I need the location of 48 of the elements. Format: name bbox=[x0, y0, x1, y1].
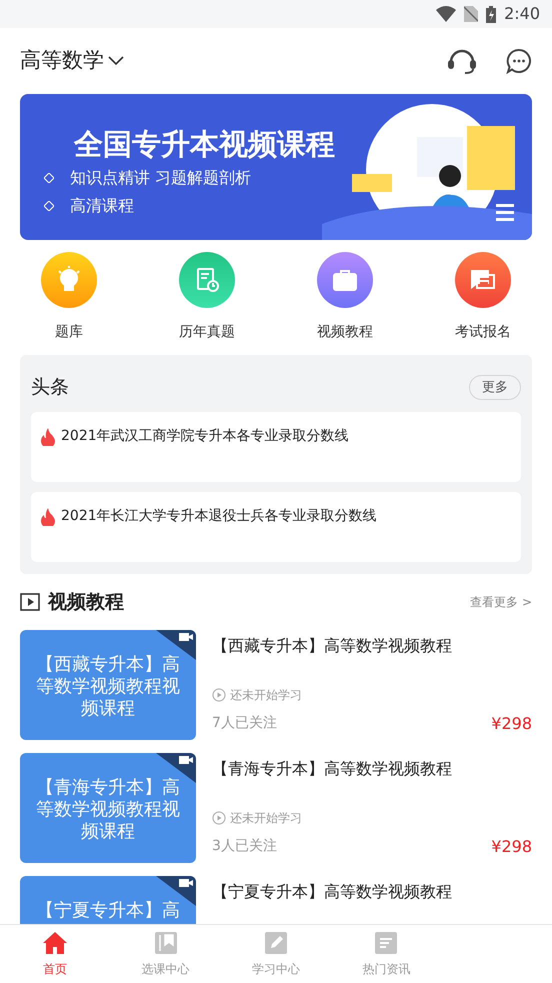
news-card[interactable]: 2021年武汉工商学院专升本各专业录取分数线 bbox=[31, 412, 521, 482]
play-icon bbox=[20, 593, 40, 612]
banner-title: 全国专升本视频课程 bbox=[74, 126, 336, 162]
news-title: 2021年长江大学专升本退役士兵各专业录取分数线 bbox=[61, 506, 377, 526]
study-status: 还未开始学习 bbox=[230, 810, 302, 826]
tab[interactable]: 首页 bbox=[0, 925, 110, 983]
home-icon bbox=[42, 930, 68, 956]
news-title: 2021年武汉工商学院专升本各专业录取分数线 bbox=[61, 426, 349, 446]
document-icon bbox=[373, 930, 400, 956]
thumbnail-text: 【宁夏专升本】高 bbox=[36, 900, 180, 922]
thumbnail-text: 【青海专升本】高等数学视频教程视频课程 bbox=[35, 776, 181, 842]
battery-icon bbox=[486, 6, 496, 22]
section-title: 视频教程 bbox=[48, 590, 124, 615]
diamond-icon bbox=[44, 201, 54, 212]
more-button[interactable]: 更多 bbox=[469, 374, 521, 400]
no-sim-icon bbox=[464, 6, 478, 22]
video-title[interactable]: 【宁夏专升本】高等数学视频教程 bbox=[212, 880, 532, 904]
play-circle-icon bbox=[212, 810, 226, 824]
thumbnail-text: 【西藏专升本】高等数学视频教程视频课程 bbox=[35, 654, 181, 720]
video-title[interactable]: 【西藏专升本】高等数学视频教程 bbox=[212, 634, 532, 658]
shortcut-button[interactable]: 视频教程 bbox=[276, 252, 414, 343]
price: ¥298 bbox=[491, 712, 532, 734]
banner-bullet: 知识点精讲 习题解题剖析 bbox=[70, 167, 252, 190]
shortcut-button[interactable]: 题库 bbox=[0, 252, 138, 343]
hot-flame-icon bbox=[41, 508, 55, 526]
diamond-icon bbox=[44, 173, 54, 184]
section-title: 头条 bbox=[31, 375, 69, 400]
message-icon[interactable] bbox=[506, 48, 532, 74]
followers-count: 7人已关注 bbox=[212, 714, 277, 733]
shortcut-button[interactable]: 考试报名 bbox=[414, 252, 552, 343]
hot-flame-icon bbox=[41, 428, 55, 446]
bookmark-book-icon bbox=[152, 930, 179, 956]
play-circle-icon bbox=[212, 688, 226, 702]
news-card[interactable]: 2021年长江大学专升本退役士兵各专业录取分数线 bbox=[31, 492, 521, 562]
pencil-icon bbox=[262, 930, 289, 956]
wifi-icon bbox=[436, 6, 456, 22]
banner[interactable]: 全国专升本视频课程 知识点精讲 习题解题剖析 高清课程 bbox=[20, 94, 532, 240]
banner-bullet: 高清课程 bbox=[70, 195, 134, 218]
subject-dropdown[interactable]: 高等数学 bbox=[20, 45, 124, 77]
shortcut-button[interactable]: 历年真题 bbox=[138, 252, 276, 343]
chevron-down-icon bbox=[108, 56, 124, 66]
followers-count: 3人已关注 bbox=[212, 837, 277, 856]
headset-icon[interactable] bbox=[446, 47, 478, 75]
clock: 2:40 bbox=[504, 3, 540, 25]
video-title[interactable]: 【青海专升本】高等数学视频教程 bbox=[212, 756, 532, 780]
study-status: 还未开始学习 bbox=[230, 686, 302, 704]
view-more-link[interactable]: 查看更多 > bbox=[470, 593, 532, 612]
price: ¥298 bbox=[491, 836, 532, 858]
